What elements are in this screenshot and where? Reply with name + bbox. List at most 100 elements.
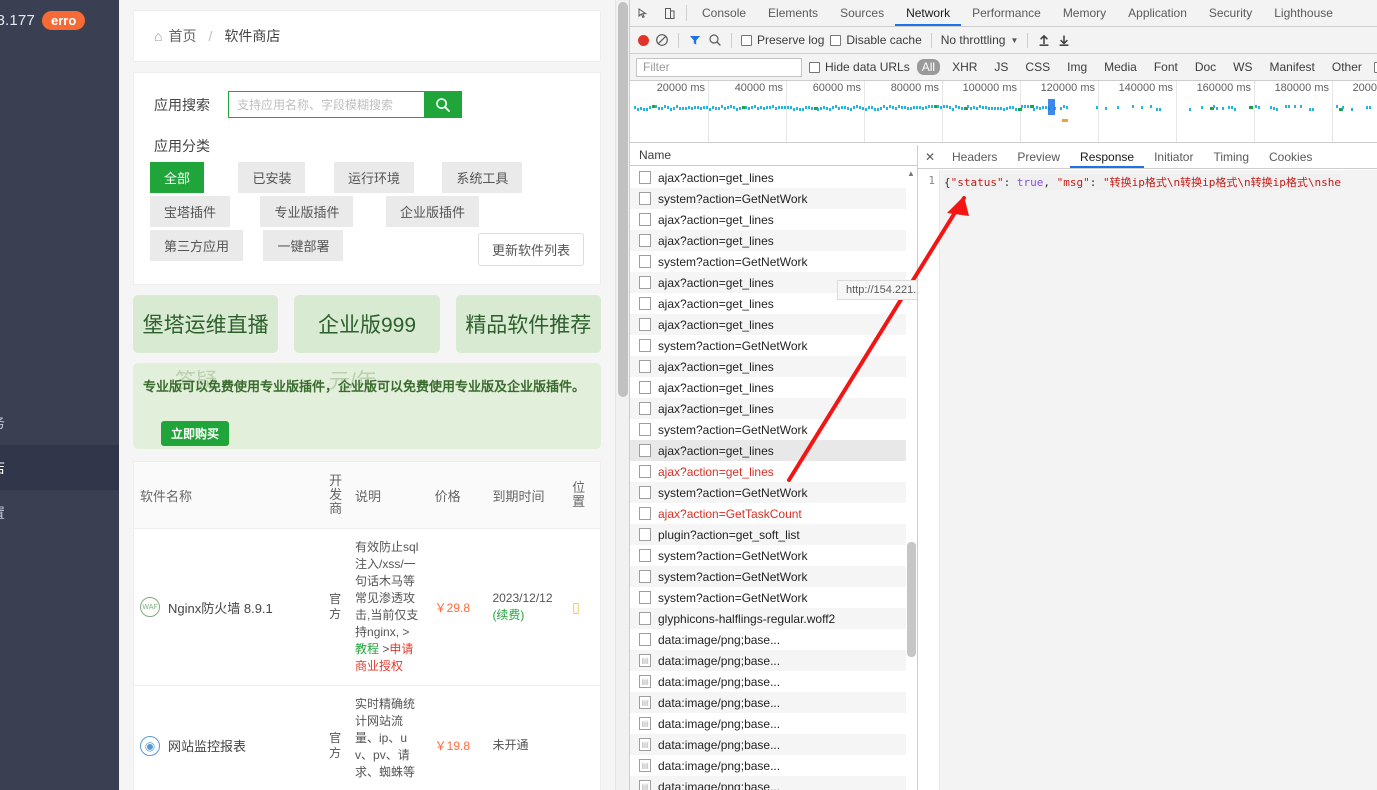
request-row[interactable]: ▤ data:image/png;base... bbox=[630, 692, 917, 713]
request-row[interactable]: system?action=GetNetWork bbox=[630, 587, 917, 608]
category-pro-plugin[interactable]: 专业版插件 bbox=[260, 196, 354, 227]
search-button[interactable] bbox=[424, 91, 462, 118]
filter-type-font[interactable]: Font bbox=[1149, 59, 1183, 75]
tab-sources[interactable]: Sources bbox=[829, 0, 895, 26]
request-row[interactable]: ▤ data:image/png;base... bbox=[630, 776, 917, 790]
search-icon[interactable] bbox=[708, 33, 722, 47]
inspect-element-icon[interactable] bbox=[630, 0, 656, 26]
request-row[interactable]: glyphicons-halflings-regular.woff2 bbox=[630, 608, 917, 629]
sidebar-item-monitor[interactable]: 监控 bbox=[0, 220, 119, 265]
breadcrumb-home[interactable]: 首页 bbox=[168, 26, 196, 46]
tab-lighthouse[interactable]: Lighthouse bbox=[1263, 0, 1344, 26]
sidebar-item-terminal[interactable]: 终端 bbox=[0, 355, 119, 400]
filter-funnel-icon[interactable] bbox=[688, 33, 702, 47]
table-row[interactable]: ◉ 网站监控报表 官方 实时精确统计网站流量、ip、uv、pv、请求、蜘蛛等 ￥… bbox=[134, 686, 600, 790]
software-name[interactable]: Nginx防火墙 8.9.1 bbox=[168, 598, 273, 617]
category-system-tools[interactable]: 系统工具 bbox=[442, 162, 523, 193]
tab-network[interactable]: Network bbox=[895, 0, 961, 26]
response-body[interactable]: 1 {"status": true, "msg": "转换ip格式\n转换ip格… bbox=[918, 170, 1377, 790]
category-one-click-deploy[interactable]: 一键部署 bbox=[263, 230, 344, 261]
request-row[interactable]: data:image/png;base... bbox=[630, 629, 917, 650]
network-overview-timeline[interactable]: 20000 ms 40000 ms 60000 ms 80000 ms 1000… bbox=[630, 81, 1377, 143]
sidebar-item-app-store[interactable]: 软件商店 bbox=[0, 445, 119, 490]
request-row[interactable]: ajax?action=GetTaskCount bbox=[630, 503, 917, 524]
request-row[interactable]: ajax?action=get_lines bbox=[630, 398, 917, 419]
request-list[interactable]: ajax?action=get_lines system?action=GetNe… bbox=[630, 167, 917, 790]
category-runtime[interactable]: 运行环境 bbox=[333, 162, 414, 193]
request-row[interactable]: system?action=GetNetWork bbox=[630, 188, 917, 209]
tab-preview[interactable]: Preview bbox=[1007, 145, 1070, 168]
throttling-select[interactable]: No throttling ▼ bbox=[941, 33, 1019, 47]
request-row[interactable]: system?action=GetNetWork bbox=[630, 251, 917, 272]
category-third-party[interactable]: 第三方应用 bbox=[150, 230, 244, 261]
request-row[interactable]: ▤ data:image/png;base... bbox=[630, 671, 917, 692]
filter-type-media[interactable]: Media bbox=[1099, 59, 1142, 75]
request-row[interactable]: ajax?action=get_lines bbox=[630, 167, 917, 188]
promo-tile-enterprise[interactable]: 企业版999 bbox=[294, 295, 440, 353]
filter-type-doc[interactable]: Doc bbox=[1190, 59, 1221, 75]
request-list-scrollbar[interactable]: ▲ bbox=[906, 167, 917, 790]
tab-application[interactable]: Application bbox=[1117, 0, 1198, 26]
tab-cookies[interactable]: Cookies bbox=[1259, 145, 1322, 168]
request-row[interactable]: system?action=GetNetWork bbox=[630, 482, 917, 503]
disable-cache-checkbox[interactable]: Disable cache bbox=[830, 33, 922, 47]
refresh-software-list-button[interactable]: 更新软件列表 bbox=[477, 233, 584, 266]
filter-type-xhr[interactable]: XHR bbox=[947, 59, 982, 75]
sidebar-item-security[interactable]: 安全 bbox=[0, 265, 119, 310]
tab-security[interactable]: Security bbox=[1198, 0, 1263, 26]
page-scrollbar[interactable] bbox=[615, 0, 629, 790]
search-input[interactable] bbox=[228, 91, 424, 118]
request-row[interactable]: ▤ data:image/png;base... bbox=[630, 734, 917, 755]
request-row[interactable]: ajax?action=get_lines bbox=[630, 209, 917, 230]
request-row[interactable]: ▤ data:image/png;base... bbox=[630, 650, 917, 671]
promo-tile-recommended[interactable]: 精品软件推荐 bbox=[455, 295, 601, 353]
request-row[interactable]: system?action=GetNetWork bbox=[630, 545, 917, 566]
request-scrollbar-thumb[interactable] bbox=[907, 542, 916, 657]
filter-input[interactable] bbox=[636, 57, 802, 77]
request-row[interactable]: system?action=GetNetWork bbox=[630, 566, 917, 587]
sidebar-item-logout[interactable]: 退出 bbox=[0, 535, 119, 580]
tab-timing[interactable]: Timing bbox=[1203, 145, 1259, 168]
category-enterprise-plugin[interactable]: 企业版插件 bbox=[385, 196, 479, 227]
buy-now-button[interactable]: 立即购买 bbox=[161, 421, 230, 446]
software-name[interactable]: 网站监控报表 bbox=[168, 736, 246, 755]
filter-type-css[interactable]: CSS bbox=[1020, 59, 1055, 75]
filter-type-js[interactable]: JS bbox=[989, 59, 1013, 75]
tab-initiator[interactable]: Initiator bbox=[1144, 145, 1203, 168]
request-row[interactable]: ajax?action=get_lines bbox=[630, 377, 917, 398]
error-badge[interactable]: erro bbox=[41, 10, 86, 30]
renew-link[interactable]: (续费) bbox=[492, 608, 524, 622]
tutorial-link[interactable]: 教程 bbox=[355, 642, 379, 656]
response-code[interactable]: {"status": true, "msg": "转换ip格式\n转换ip格式\… bbox=[940, 170, 1377, 790]
filter-type-manifest[interactable]: Manifest bbox=[1265, 59, 1320, 75]
request-row[interactable]: system?action=GetNetWork bbox=[630, 335, 917, 356]
sidebar-item-website[interactable]: 网站 bbox=[0, 85, 119, 130]
tab-console[interactable]: Console bbox=[691, 0, 757, 26]
category-installed[interactable]: 已安装 bbox=[238, 162, 306, 193]
sidebar-item-home[interactable]: 首页 bbox=[0, 40, 119, 85]
filter-type-img[interactable]: Img bbox=[1062, 59, 1092, 75]
sidebar-item-database[interactable]: 数据库 bbox=[0, 175, 119, 220]
filter-type-ws[interactable]: WS bbox=[1228, 59, 1257, 75]
request-row[interactable]: ajax?action=get_lines bbox=[630, 440, 917, 461]
request-row[interactable]: ajax?action=get_lines bbox=[630, 230, 917, 251]
device-toolbar-icon[interactable] bbox=[656, 0, 682, 26]
record-icon[interactable] bbox=[638, 34, 649, 46]
filter-type-other[interactable]: Other bbox=[1327, 59, 1367, 75]
sidebar-item-panel-settings[interactable]: 面板设置 bbox=[0, 490, 119, 535]
scroll-up-arrow-icon[interactable]: ▲ bbox=[907, 169, 915, 178]
request-column-header[interactable]: Name bbox=[630, 145, 917, 166]
folder-icon[interactable]: ▯ bbox=[572, 599, 580, 616]
category-all[interactable]: 全部 bbox=[150, 162, 205, 193]
import-har-icon[interactable] bbox=[1037, 33, 1051, 47]
tab-memory[interactable]: Memory bbox=[1052, 0, 1117, 26]
export-har-icon[interactable] bbox=[1057, 33, 1071, 47]
filter-type-all[interactable]: All bbox=[916, 59, 941, 75]
hide-data-urls-checkbox[interactable]: Hide data URLs bbox=[809, 60, 910, 74]
tab-elements[interactable]: Elements bbox=[757, 0, 829, 26]
sidebar-item-files[interactable]: 文件 bbox=[0, 310, 119, 355]
page-scrollbar-thumb[interactable] bbox=[618, 2, 628, 397]
request-row[interactable]: plugin?action=get_soft_list bbox=[630, 524, 917, 545]
request-row[interactable]: ajax?action=get_lines bbox=[630, 461, 917, 482]
tab-headers[interactable]: Headers bbox=[942, 145, 1007, 168]
